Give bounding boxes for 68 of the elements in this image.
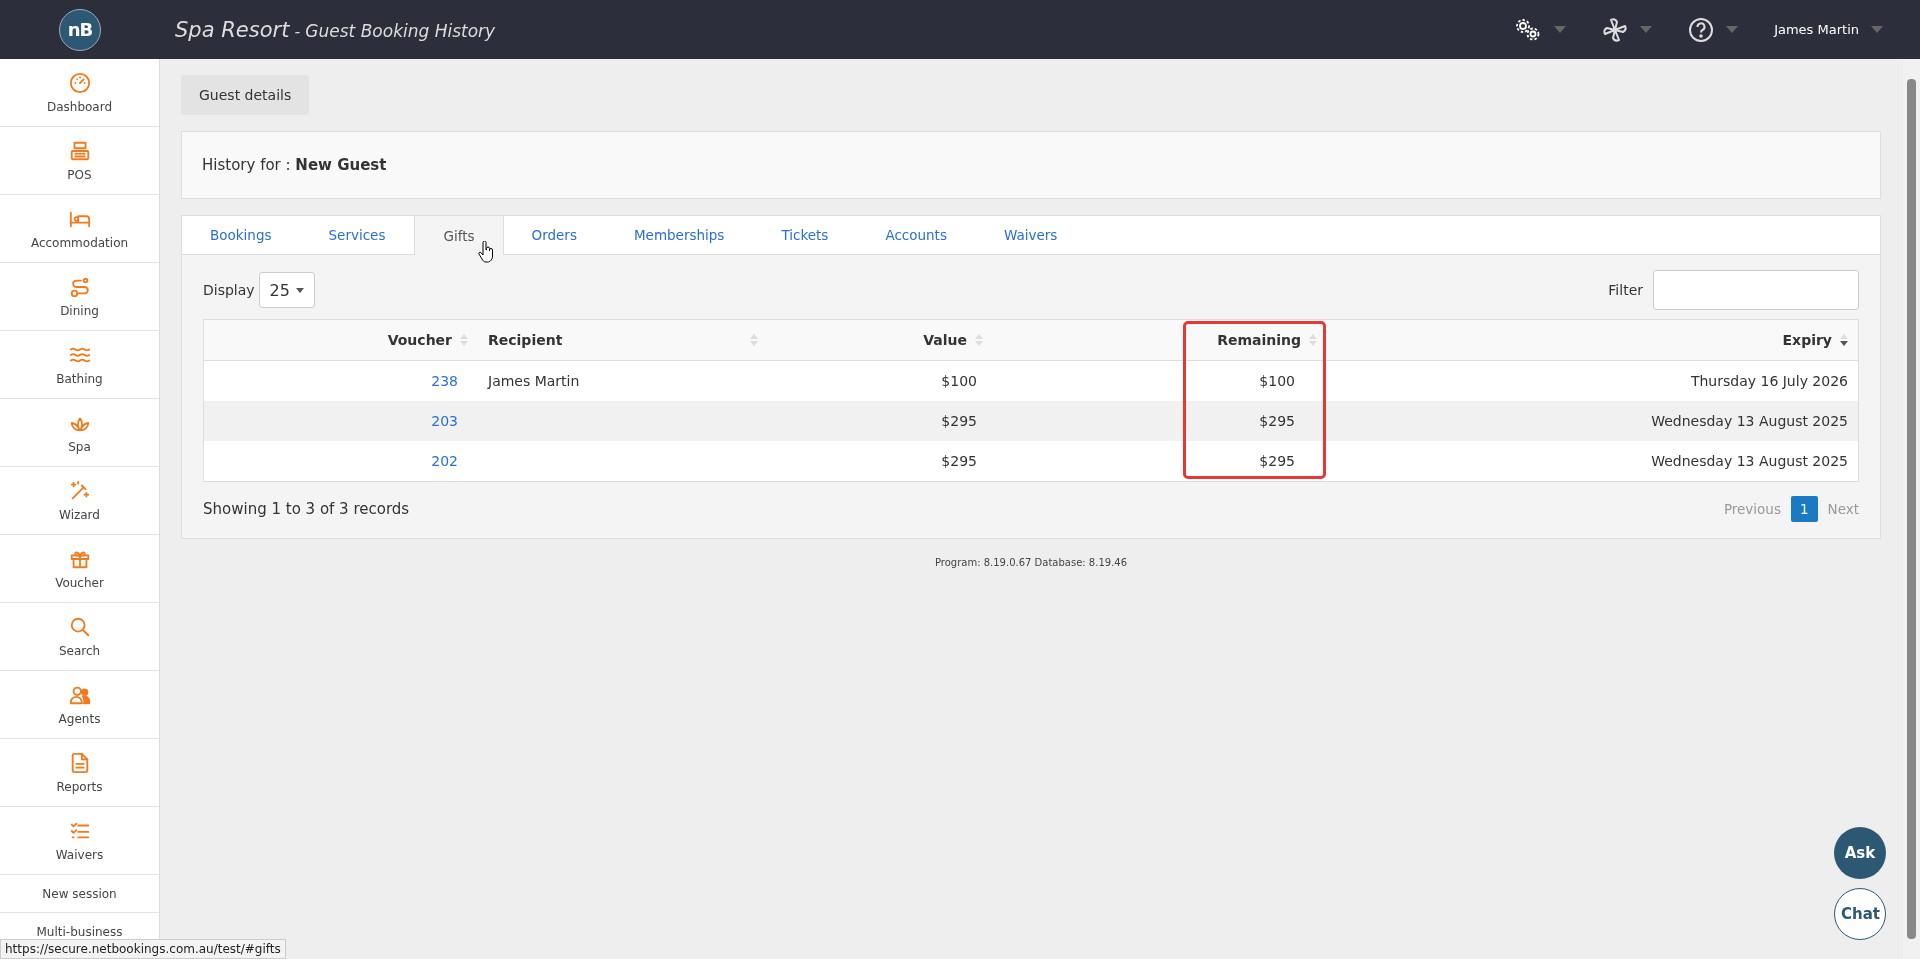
sidebar-item[interactable]: Reports (0, 739, 159, 807)
sidebar-item[interactable]: Dashboard (0, 59, 159, 127)
hand-pointer-icon (478, 241, 494, 263)
table-cell: $100 (1259, 373, 1295, 389)
table-cell: Wednesday 13 August 2025 (1651, 413, 1848, 429)
sidebar-item[interactable]: Waivers (0, 807, 159, 875)
sidebar-item[interactable]: Bathing (0, 331, 159, 399)
magic-wand-icon (68, 479, 91, 502)
guest-details-button[interactable]: Guest details (181, 75, 310, 115)
column-header[interactable]: Voucher (387, 332, 452, 348)
tab[interactable]: Orders (503, 216, 606, 254)
sidebar-item[interactable]: Spa (0, 399, 159, 467)
caret-icon[interactable] (1554, 26, 1567, 33)
voucher-link[interactable]: 202 (431, 453, 458, 469)
user-menu[interactable]: James Martin (1774, 22, 1859, 37)
caret-icon[interactable] (1640, 26, 1653, 33)
tab[interactable]: Gifts (414, 216, 504, 255)
page-button[interactable]: 1 (1790, 496, 1818, 522)
table-cell: $295 (1259, 453, 1295, 469)
version-info: Program: 8.19.0.67 Database: 8.19.46 (934, 557, 1128, 568)
voucher-link[interactable]: 203 (431, 413, 458, 429)
table-cell: $100 (941, 373, 977, 389)
history-heading: History for : New Guest (202, 156, 387, 174)
page-size-select[interactable]: 25 (258, 272, 315, 308)
status-url-tooltip: https://secure.netbookings.com.au/test/#gifts (0, 939, 286, 959)
search-icon (68, 615, 91, 638)
help-icon[interactable] (1688, 16, 1715, 43)
display-label: Display (203, 282, 255, 298)
column-header[interactable]: Recipient (488, 332, 563, 348)
table-cell: $295 (1259, 413, 1295, 429)
cash-register-icon (68, 139, 91, 162)
tab[interactable]: Bookings (182, 216, 301, 254)
sidebar-item[interactable]: Search (0, 603, 159, 671)
caret-icon[interactable] (1726, 26, 1739, 33)
sidebar-item[interactable]: Dining (0, 263, 159, 331)
ask-button[interactable]: Ask (1834, 827, 1886, 879)
route-icon (68, 275, 91, 298)
sort-icon[interactable] (1840, 333, 1848, 347)
tab[interactable]: Services (300, 216, 415, 254)
sidebar-item[interactable]: Voucher (0, 535, 159, 603)
records-summary: Showing 1 to 3 of 3 records (203, 500, 410, 518)
table-cell: $295 (941, 413, 977, 429)
tab[interactable]: Tickets (753, 216, 858, 254)
gauge-icon (68, 71, 91, 94)
tab[interactable]: Memberships (605, 216, 754, 254)
sidebar-item[interactable]: Agents (0, 671, 159, 739)
caret-icon[interactable] (1871, 26, 1883, 33)
filter-field[interactable] (1653, 270, 1859, 310)
chat-button[interactable]: Chat (1834, 888, 1886, 940)
table-cell: Thursday 16 July 2026 (1690, 373, 1848, 389)
sidebar-item[interactable]: Accommodation (0, 195, 159, 263)
column-header[interactable]: Expiry (1782, 332, 1832, 348)
sidebar-item[interactable]: POS (0, 127, 159, 195)
pinwheel-icon[interactable] (1602, 16, 1629, 43)
page-title: Spa Resort - Guest Booking History (175, 17, 496, 42)
tab[interactable]: Accounts (857, 216, 976, 254)
sidebar-item[interactable]: Wizard (0, 467, 159, 535)
caret-icon (295, 287, 304, 293)
table-cell: James Martin (488, 373, 580, 389)
filter-label: Filter (1608, 282, 1643, 298)
tab[interactable]: Waivers (975, 216, 1087, 254)
table-cell: $295 (941, 453, 977, 469)
column-header[interactable]: Value (923, 332, 967, 348)
table-cell: Wednesday 13 August 2025 (1651, 453, 1848, 469)
column-header[interactable]: Remaining (1217, 332, 1301, 348)
voucher-link[interactable]: 238 (431, 373, 458, 389)
logo[interactable]: nB (59, 8, 101, 51)
sidebar-link[interactable]: New session (0, 875, 159, 913)
